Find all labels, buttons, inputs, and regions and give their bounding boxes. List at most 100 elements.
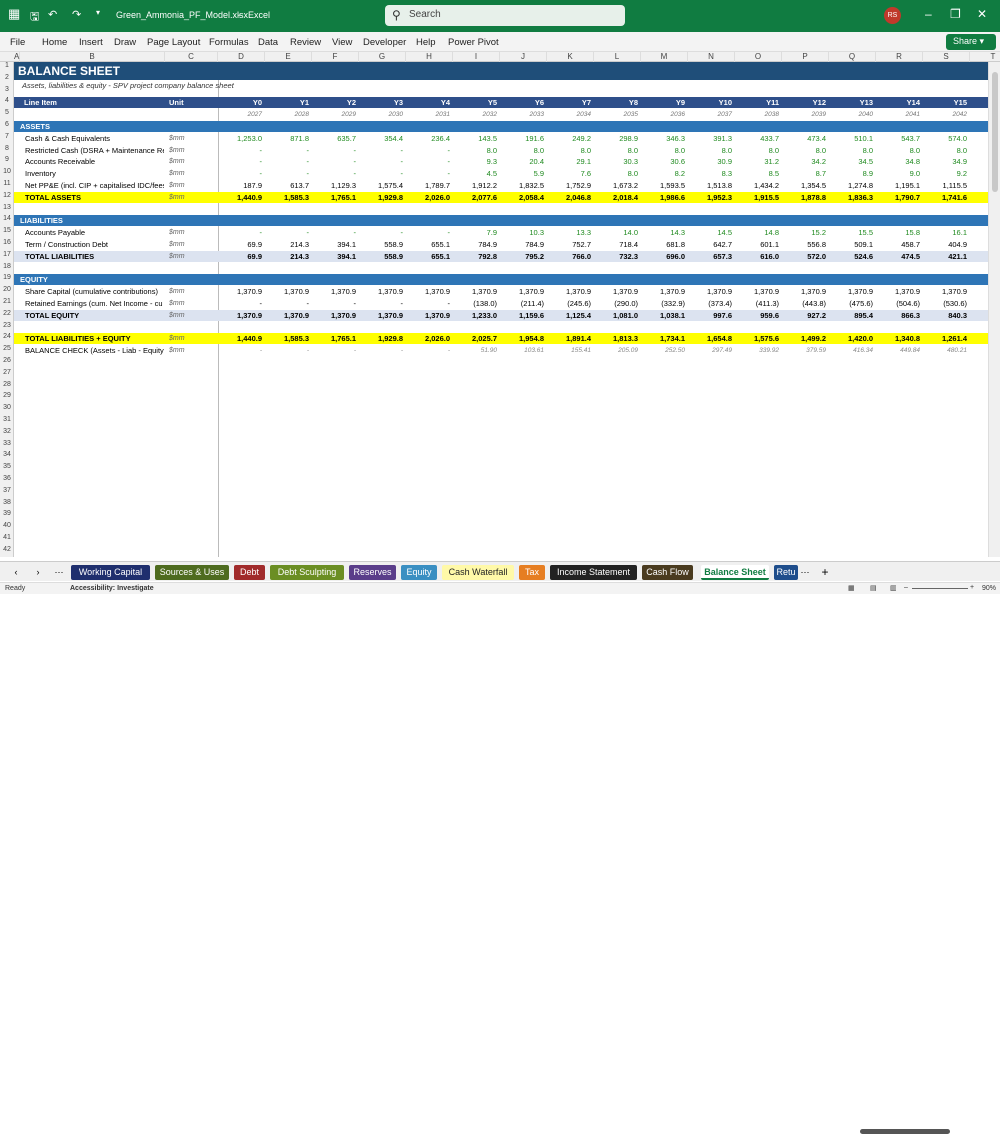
calendar-year[interactable]: 2034 [547, 109, 594, 120]
value-cell[interactable]: 9.3 [453, 156, 500, 167]
header-year[interactable]: Y9 [641, 97, 688, 108]
value-cell[interactable]: 1,370.9 [594, 286, 641, 297]
column-header-G[interactable]: G [359, 52, 406, 62]
value-cell[interactable]: 16.1 [923, 227, 970, 238]
value-cell[interactable]: 4.5 [453, 168, 500, 179]
header-year[interactable]: Y6 [500, 97, 547, 108]
section-label[interactable]: EQUITY [20, 274, 170, 285]
value-cell[interactable]: 1,370.9 [406, 286, 453, 297]
row-header[interactable]: 36 [0, 475, 14, 482]
value-cell[interactable]: 1,370.9 [359, 286, 406, 297]
worksheet-grid[interactable]: BALANCE SHEET Assets, liabilities & equit… [14, 62, 988, 557]
value-cell[interactable] [970, 168, 988, 179]
unit-cell[interactable]: $mm [169, 251, 214, 262]
value-cell[interactable]: 1,370.9 [218, 286, 265, 297]
value-cell[interactable]: 1,370.9 [688, 286, 735, 297]
row-header[interactable]: 20 [0, 286, 14, 293]
value-cell[interactable] [970, 239, 988, 250]
value-cell[interactable]: 642.7 [688, 239, 735, 250]
value-cell[interactable]: 1,765.1 [312, 333, 359, 344]
value-cell[interactable]: 1,420.0 [829, 333, 876, 344]
value-cell[interactable]: - [218, 227, 265, 238]
value-cell[interactable]: 1,370.9 [359, 310, 406, 321]
value-cell[interactable]: 1,440.9 [218, 333, 265, 344]
value-cell[interactable]: (504.6) [876, 298, 923, 309]
value-cell[interactable]: 657.3 [688, 251, 735, 262]
value-cell[interactable]: - [265, 145, 312, 156]
avatar[interactable]: RS [884, 7, 901, 24]
sheet-tab-cash-flow[interactable]: Cash Flow [642, 565, 693, 580]
column-header-H[interactable]: H [406, 52, 453, 62]
sheet-tab-debt-sculpting[interactable]: Debt Sculpting [270, 565, 344, 580]
value-cell[interactable]: 1,233.0 [453, 310, 500, 321]
row-header[interactable]: 15 [0, 227, 14, 234]
value-cell[interactable]: (443.8) [782, 298, 829, 309]
header-year[interactable]: Y13 [829, 97, 876, 108]
column-header-P[interactable]: P [782, 52, 829, 62]
row-header[interactable]: 1 [0, 62, 14, 69]
value-cell[interactable]: 20.4 [500, 156, 547, 167]
value-cell[interactable] [970, 145, 988, 156]
value-cell[interactable]: 2,077.6 [453, 192, 500, 203]
line-item-label[interactable]: TOTAL LIABILITIES [14, 251, 164, 262]
value-cell[interactable]: 927.2 [782, 310, 829, 321]
value-cell[interactable]: 34.5 [829, 156, 876, 167]
column-header-B[interactable]: B [20, 52, 165, 62]
value-cell[interactable]: 1 [970, 180, 988, 191]
value-cell[interactable]: 379.59 [782, 345, 829, 356]
header-year[interactable]: Y15 [923, 97, 970, 108]
value-cell[interactable]: - [406, 168, 453, 179]
normal-view-icon[interactable]: ▦ [848, 584, 855, 592]
value-cell[interactable]: 1,261.4 [923, 333, 970, 344]
row-header[interactable]: 22 [0, 310, 14, 317]
vertical-scrollbar[interactable] [988, 62, 1000, 557]
value-cell[interactable]: 1,370.9 [265, 310, 312, 321]
calendar-year[interactable]: 2033 [500, 109, 547, 120]
value-cell[interactable]: 2,025.7 [453, 333, 500, 344]
unit-cell[interactable]: $mm [169, 192, 214, 203]
header-year[interactable]: Y8 [594, 97, 641, 108]
column-header-T[interactable]: T [970, 52, 1000, 62]
line-item-label[interactable]: Restricted Cash (DSRA + Maintenance Re [14, 145, 164, 156]
header-year[interactable]: Y0 [218, 97, 265, 108]
row-header[interactable]: 17 [0, 251, 14, 258]
value-cell[interactable]: 732.3 [594, 251, 641, 262]
value-cell[interactable]: (245.6) [547, 298, 594, 309]
value-cell[interactable]: 416.34 [829, 345, 876, 356]
row-header[interactable]: 41 [0, 534, 14, 541]
value-cell[interactable]: 2,046.8 [547, 192, 594, 203]
value-cell[interactable]: 214.3 [265, 239, 312, 250]
value-cell[interactable]: 297.49 [688, 345, 735, 356]
value-cell[interactable]: 1,370.9 [312, 310, 359, 321]
sheet-title[interactable]: BALANCE SHEET [18, 62, 218, 80]
row-header[interactable]: 35 [0, 463, 14, 470]
value-cell[interactable]: 69.9 [218, 251, 265, 262]
value-cell[interactable]: 1,340.8 [876, 333, 923, 344]
value-cell[interactable]: 8.2 [641, 168, 688, 179]
line-item-label[interactable]: Inventory [14, 168, 164, 179]
value-cell[interactable]: - [406, 298, 453, 309]
sheet-tab-tax[interactable]: Tax [519, 565, 545, 580]
unit-cell[interactable]: $mm [169, 345, 214, 356]
row-header[interactable]: 26 [0, 357, 14, 364]
value-cell[interactable] [970, 310, 988, 321]
value-cell[interactable]: - [406, 345, 453, 356]
value-cell[interactable]: 15.2 [782, 227, 829, 238]
row-header[interactable]: 21 [0, 298, 14, 305]
value-cell[interactable]: 103.61 [500, 345, 547, 356]
value-cell[interactable]: 1,765.1 [312, 192, 359, 203]
value-cell[interactable]: 681.8 [641, 239, 688, 250]
minimize-icon[interactable]: – [925, 7, 932, 21]
header-year[interactable]: Y2 [312, 97, 359, 108]
unit-cell[interactable]: $mm [169, 310, 214, 321]
row-header[interactable]: 24 [0, 333, 14, 340]
value-cell[interactable]: - [312, 227, 359, 238]
value-cell[interactable]: - [312, 145, 359, 156]
accessibility-status[interactable]: Accessibility: Investigate [70, 585, 154, 592]
value-cell[interactable]: 14.5 [688, 227, 735, 238]
value-cell[interactable]: - [218, 168, 265, 179]
value-cell[interactable]: 1,125.4 [547, 310, 594, 321]
value-cell[interactable]: 1,986.6 [641, 192, 688, 203]
calendar-year[interactable]: 2040 [829, 109, 876, 120]
value-cell[interactable]: - [406, 156, 453, 167]
